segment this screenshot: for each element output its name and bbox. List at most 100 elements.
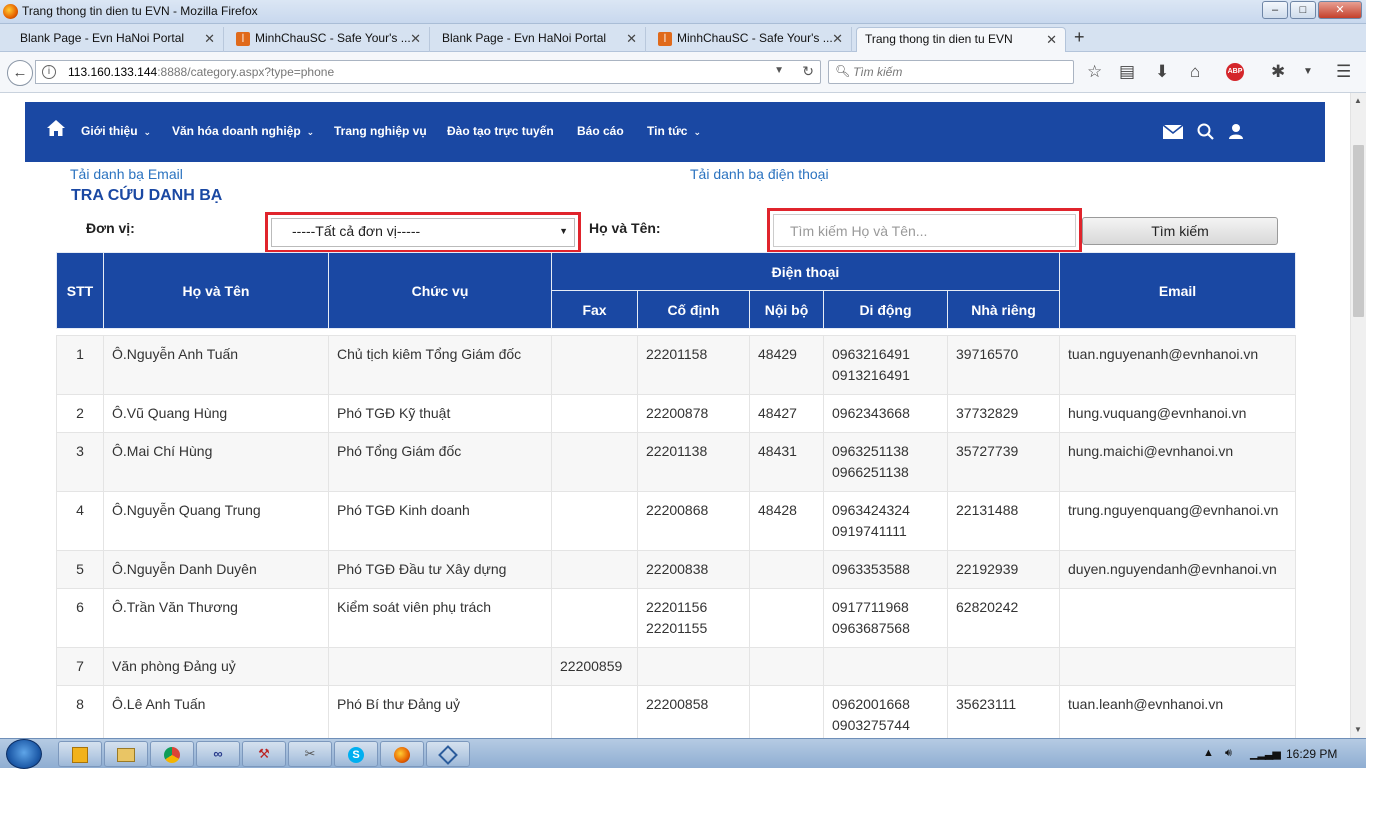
chrome-icon[interactable] [150,741,194,767]
cell-name-value: Ô.Mai Chí Hùng [112,443,213,459]
cell-home: 62820242 [947,588,1060,648]
cell-mobile: 0963424324 0919741111 [823,491,948,551]
header-home: Nhà riêng [947,290,1060,329]
unit-select[interactable]: -----Tất cả đơn vị----- ▼ [271,218,575,247]
app-icon[interactable]: ∞ [196,741,240,767]
header-internal: Nội bộ [749,290,824,329]
tab-close-icon[interactable]: ✕ [410,27,421,50]
cell-stt-value: 4 [76,502,84,518]
cell-position-value: Phó TGĐ Kỹ thuật [337,405,451,421]
scroll-up-icon[interactable]: ▲ [1354,96,1362,105]
nav-van-hoa[interactable]: Văn hóa doanh nghiệp ⌄ [172,124,314,138]
cell-stt: 4 [56,491,104,551]
chevron-down-icon[interactable]: ▼ [1303,66,1313,77]
maximize-button[interactable]: □ [1290,1,1316,19]
nav-dao-tao[interactable]: Đào tạo trực tuyến [447,124,554,138]
browser-search-bar[interactable]: 🔍︎ Tìm kiếm [828,60,1074,84]
page-scrollbar[interactable]: ▲ ▼ [1350,93,1366,738]
home-icon[interactable]: ⌂ [1190,62,1200,82]
cell-fax [551,588,638,648]
cell-email: trung.nguyenquang@evnhanoi.vn [1059,491,1296,551]
table-row: 8 Ô.Lê Anh Tuấn Phó Bí thư Đảng uỷ 22200858… [56,685,1296,738]
nav-bao-cao[interactable]: Báo cáo [577,124,624,138]
header-phone-group: Điện thoại [551,252,1060,291]
unit-select-highlight: -----Tất cả đơn vị----- ▼ [265,212,581,253]
info-icon[interactable]: i [42,65,56,79]
home-icon[interactable] [47,120,65,136]
browser-tab[interactable]: ꟾ MinhChauSC - Safe Your's ... ✕ [650,27,852,52]
cell-email: duyen.nguyendanh@evnhanoi.vn [1059,550,1296,589]
search-icon[interactable] [1197,123,1214,140]
tab-close-icon[interactable]: ✕ [832,27,843,50]
cell-mobile-value: 0913216491 [832,367,910,383]
browser-tab[interactable]: Blank Page - Evn HaNoi Portal ✕ [434,27,646,52]
new-tab-button[interactable]: + [1074,27,1085,48]
vm-icon[interactable] [426,741,470,767]
reading-list-icon[interactable]: ▤ [1119,62,1135,82]
scroll-down-icon[interactable]: ▼ [1354,725,1362,734]
tab-close-icon[interactable]: ✕ [626,27,637,50]
tool-icon[interactable]: ⚒ [242,741,286,767]
adblock-icon[interactable]: ABP [1226,63,1244,81]
menu-icon[interactable]: ☰ [1336,62,1351,82]
url-bar[interactable]: i 113.160.133.144:8888/category.aspx?typ… [35,60,821,84]
cell-mobile-value: 0966251138 [832,464,909,480]
cell-internal [749,647,824,686]
outlook-icon[interactable] [58,741,102,767]
browser-tab[interactable]: Blank Page - Evn HaNoi Portal ✕ [12,27,224,52]
download-email-link[interactable]: Tải danh bạ Email [70,166,183,182]
cell-email: hung.maichi@evnhanoi.vn [1059,432,1296,492]
extension-icon[interactable]: ✱ [1271,62,1285,82]
chevron-down-icon[interactable]: ▼ [774,65,784,76]
name-search-input[interactable] [773,214,1076,247]
skype-icon[interactable]: S [334,741,378,767]
cell-home-value: 22131488 [956,502,1019,518]
cell-stt: 3 [56,432,104,492]
cell-stt: 5 [56,550,104,589]
header-stt: STT [56,252,104,329]
search-button[interactable]: Tìm kiếm [1082,217,1278,245]
minimize-button[interactable]: – [1262,1,1288,19]
back-button[interactable]: ← [7,60,33,86]
clock[interactable]: 16:29 PM [1286,747,1337,761]
browser-toolbar: ← i 113.160.133.144:8888/category.aspx?t… [0,52,1366,93]
firefox-icon[interactable] [380,741,424,767]
bookmark-star-icon[interactable]: ☆ [1087,62,1102,82]
cell-position: Kiểm soát viên phụ trách [328,588,552,648]
chevron-down-icon: ⌄ [143,127,152,137]
user-icon[interactable] [1228,123,1244,139]
table-row: 6 Ô.Trần Văn Thương Kiểm soát viên phụ trá… [56,588,1296,648]
cell-internal: 48428 [749,491,824,551]
cell-fax: 22200859 [551,647,638,686]
cell-mobile-value: 0962343668 [832,405,910,421]
cell-email-value: duyen.nguyendanh@evnhanoi.vn [1068,561,1277,577]
cell-position-value: Phó TGĐ Đầu tư Xây dựng [337,561,507,577]
tab-close-icon[interactable]: ✕ [1046,28,1057,51]
cell-mobile-value: 0963687568 [832,620,910,636]
cell-landline-value: 22201155 [646,620,708,636]
start-button[interactable] [6,739,42,769]
show-hidden-icons-icon[interactable]: ▲ [1203,747,1214,759]
nav-gioi-thieu[interactable]: Giới thiệu ⌄ [81,124,151,138]
browser-tab[interactable]: ꟾ MinhChauSC - Safe Your's ... ✕ [228,27,430,52]
browser-tab-active[interactable]: Trang thong tin dien tu EVN ✕ [856,27,1066,52]
nav-trang-nghiep-vu[interactable]: Trang nghiệp vụ [334,124,427,138]
table-row: 4 Ô.Nguyễn Quang Trung Phó TGĐ Kinh doanh 2… [56,491,1296,551]
reload-icon[interactable]: ↻ [802,63,814,80]
scrollbar-thumb[interactable] [1353,145,1364,317]
network-icon[interactable]: ▁▂▃▅ [1250,747,1281,760]
nav-tin-tuc[interactable]: Tin tức ⌄ [647,124,701,138]
table-row: 5 Ô.Nguyễn Danh Duyên Phó TGĐ Đầu tư Xây d… [56,550,1296,589]
cell-stt: 8 [56,685,104,738]
download-icon[interactable]: ⬇ [1155,62,1169,82]
tool-icon[interactable]: ✂ [288,741,332,767]
header-email: Email [1059,252,1296,329]
close-window-button[interactable]: ✕ [1318,1,1362,19]
explorer-icon[interactable] [104,741,148,767]
cell-fax [551,335,638,395]
mail-icon[interactable] [1163,125,1183,139]
tab-close-icon[interactable]: ✕ [204,27,215,50]
volume-icon[interactable]: 🔊︎ [1225,747,1232,760]
cell-landline-value: 22201138 [646,443,708,459]
download-phone-link[interactable]: Tải danh bạ điện thoại [690,166,829,182]
